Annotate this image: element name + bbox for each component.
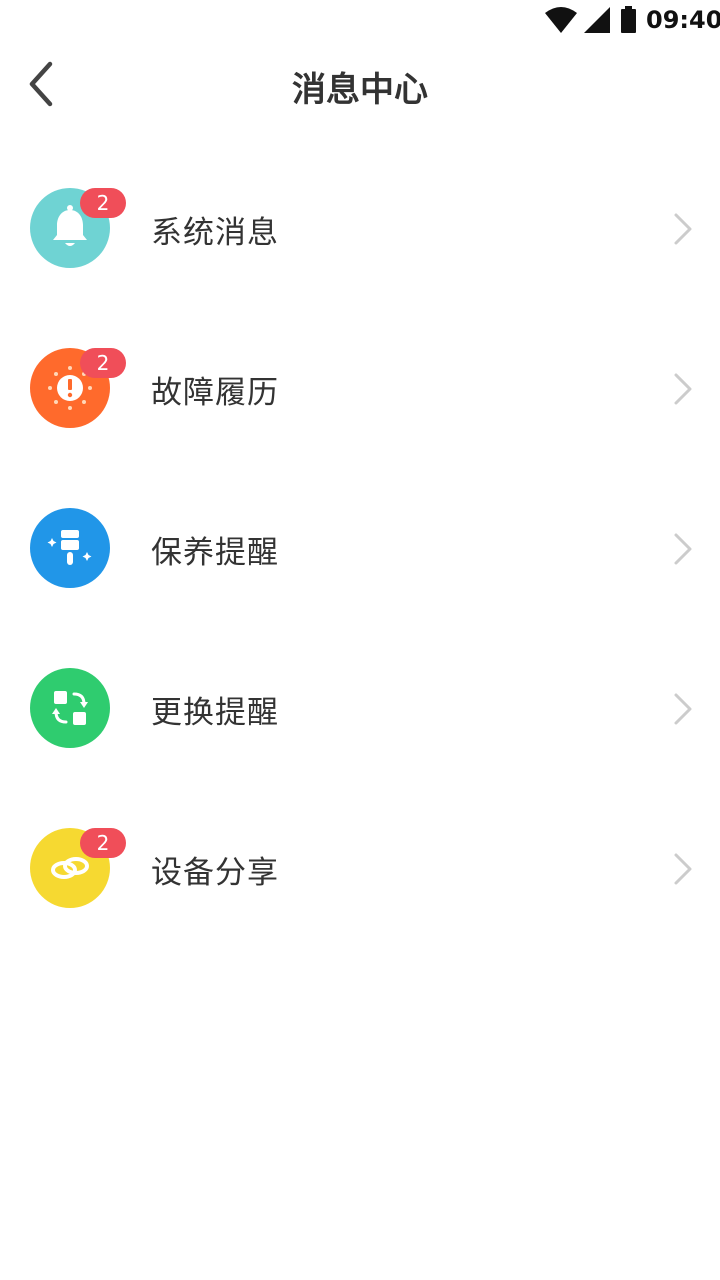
- list-item-maintenance-reminder[interactable]: 保养提醒: [0, 468, 720, 628]
- item-label: 保养提醒: [151, 535, 279, 571]
- unread-badge: 2: [80, 828, 126, 858]
- status-time: 09:40: [646, 6, 720, 34]
- chevron-right-icon: [674, 693, 692, 725]
- chevron-right-icon: [674, 533, 692, 565]
- message-category-list: 2 系统消息 2 故障履历 保养提醒 更换提醒 2 设备分享: [0, 148, 720, 948]
- brush-icon: [30, 508, 110, 588]
- list-item-replacement-reminder[interactable]: 更换提醒: [0, 628, 720, 788]
- item-label: 设备分享: [151, 855, 279, 891]
- cell-signal-icon: [584, 7, 610, 33]
- page-title: 消息中心: [292, 70, 428, 110]
- unread-badge: 2: [80, 188, 126, 218]
- list-item-fault-history[interactable]: 2 故障履历: [0, 308, 720, 468]
- header: 消息中心: [0, 40, 720, 130]
- list-item-system-messages[interactable]: 2 系统消息: [0, 148, 720, 308]
- wifi-icon: [545, 7, 577, 33]
- chevron-right-icon: [674, 853, 692, 885]
- list-item-device-share[interactable]: 2 设备分享: [0, 788, 720, 948]
- status-bar: 09:40: [0, 0, 720, 40]
- unread-badge: 2: [80, 348, 126, 378]
- chevron-right-icon: [674, 373, 692, 405]
- item-label: 故障履历: [151, 375, 279, 411]
- chevron-right-icon: [674, 213, 692, 245]
- item-label: 系统消息: [151, 215, 279, 251]
- swap-icon: [30, 668, 110, 748]
- battery-icon: [621, 6, 636, 33]
- item-label: 更换提醒: [151, 695, 279, 731]
